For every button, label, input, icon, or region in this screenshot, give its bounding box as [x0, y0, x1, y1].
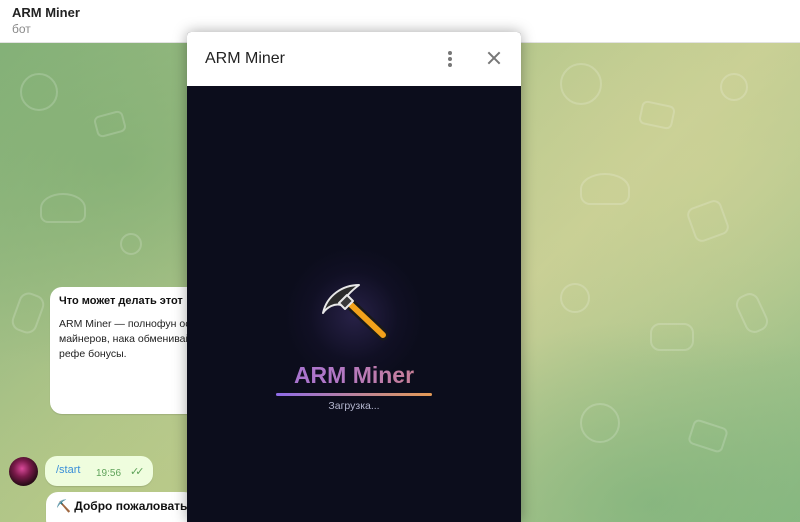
welcome-text: ⛏️ Добро пожаловать	[56, 499, 188, 513]
doodle-shape	[580, 173, 630, 205]
more-vertical-icon[interactable]	[440, 47, 460, 71]
avatar[interactable]	[9, 457, 38, 486]
doodle-circle	[560, 63, 602, 105]
doodle-shape	[686, 418, 730, 454]
loading-progress-bar	[276, 393, 432, 396]
doodle-shape	[650, 323, 694, 351]
loading-text: Загрузка...	[328, 400, 380, 412]
doodle-shape	[40, 193, 86, 223]
doodle-circle	[560, 283, 590, 313]
outgoing-message: /start 19:56 ✓✓	[45, 456, 153, 486]
welcome-message: ⛏️ Добро пожаловать	[46, 492, 196, 522]
doodle-circle	[720, 73, 748, 101]
doodle-shape	[684, 197, 732, 245]
mini-app-title: ARM Miner	[205, 50, 286, 67]
start-command-link[interactable]: /start	[56, 464, 80, 476]
brand-name: ARM Miner	[187, 362, 521, 389]
mini-app-header: ARM Miner	[187, 32, 521, 86]
doodle-circle	[580, 403, 620, 443]
pickaxe-icon	[322, 284, 389, 341]
double-check-icon: ✓✓	[130, 466, 145, 478]
message-time: 19:56	[96, 468, 122, 479]
doodle-shape	[92, 109, 128, 139]
chat-subtitle: бот	[12, 22, 31, 36]
mini-app-window: ARM Miner ARM Miner Загрузка...	[187, 32, 521, 522]
doodle-circle	[20, 73, 58, 111]
doodle-shape	[637, 99, 677, 131]
doodle-circle	[120, 233, 142, 255]
close-icon[interactable]	[483, 47, 505, 69]
doodle-shape	[8, 289, 48, 337]
chat-title[interactable]: ARM Miner	[12, 5, 80, 20]
mini-app-splash: ARM Miner Загрузка...	[187, 86, 521, 522]
doodle-shape	[732, 289, 772, 337]
loading-progress-fill	[276, 393, 432, 396]
